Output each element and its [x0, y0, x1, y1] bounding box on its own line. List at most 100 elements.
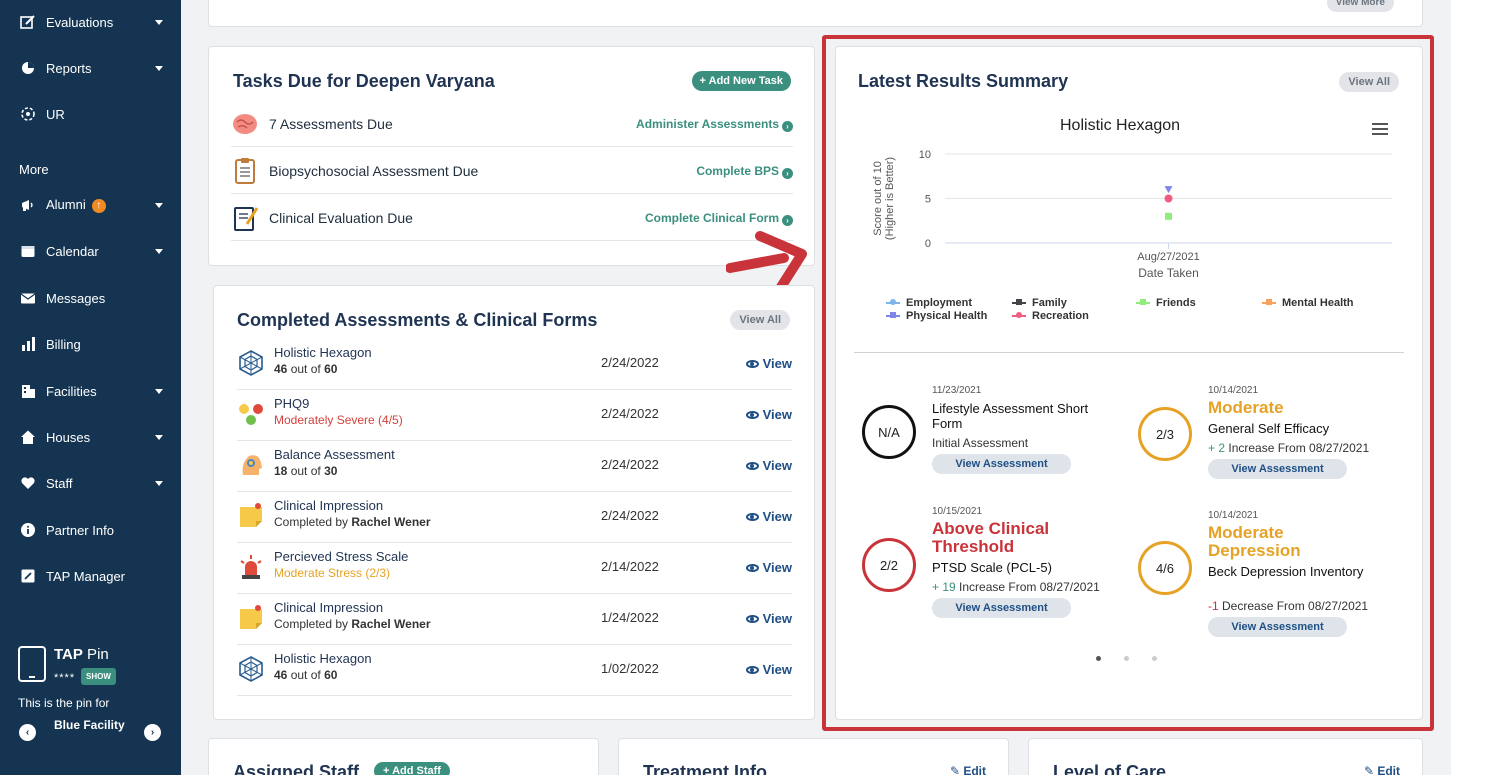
- assessment-name: General Self Efficacy: [1208, 421, 1330, 436]
- treatment-info-card: Treatment Info ✎ Edit: [618, 738, 1009, 775]
- task-label: Biopsychosocial Assessment Due: [269, 163, 479, 179]
- view-link[interactable]: View: [745, 407, 792, 422]
- assessment-date: 2/24/2022: [601, 406, 659, 421]
- brain-icon: [231, 110, 259, 138]
- edit-level-of-care-link[interactable]: ✎ Edit: [1364, 764, 1400, 775]
- assessment-name: Beck Depression Inventory: [1208, 564, 1364, 579]
- assessment-result: Moderate Stress (2/3): [274, 566, 391, 580]
- chevron-down-icon: [155, 248, 163, 254]
- chevron-down-icon: [155, 202, 163, 208]
- chart-title: Holistic Hexagon: [1060, 117, 1181, 134]
- eye-icon: [745, 360, 759, 368]
- assessment-result: 18 out of 30: [274, 464, 338, 478]
- view-more-button[interactable]: View More: [1326, 0, 1394, 12]
- view-link[interactable]: View: [745, 356, 792, 371]
- sidebar-item-calendar[interactable]: Calendar: [0, 236, 181, 266]
- sidebar-item-billing[interactable]: Billing: [0, 329, 181, 359]
- facility-switcher: ‹ Blue Facility ›: [18, 718, 164, 742]
- result-status: Above Clinical Threshold: [932, 519, 1050, 556]
- legend-marker: [1012, 298, 1026, 308]
- carousel-dot[interactable]: [1096, 656, 1101, 661]
- eye-icon: [745, 462, 759, 470]
- administer-assessments-link[interactable]: Administer Assessments ›: [636, 117, 793, 132]
- result-date: 10/15/2021: [932, 506, 983, 517]
- assessment-name: Holistic Hexagon: [274, 651, 372, 666]
- legend-item[interactable]: Physical Health: [886, 310, 987, 322]
- score-change: + 19 Increase From 08/27/2021: [932, 580, 1100, 594]
- score-ring: 2/3: [1138, 407, 1192, 461]
- legend-marker: [886, 298, 900, 308]
- view-all-completed-button[interactable]: View All: [730, 310, 790, 330]
- y-tick-label: 0: [925, 238, 931, 250]
- chart-legend: Employment Family Friends Mental Health Phys…: [886, 297, 1386, 327]
- carousel-dot[interactable]: [1152, 656, 1157, 661]
- legend-marker: [1012, 311, 1026, 321]
- sidebar-item-houses[interactable]: Houses: [0, 422, 181, 452]
- legend-item[interactable]: Friends: [1136, 297, 1196, 309]
- legend-item[interactable]: Recreation: [1012, 310, 1089, 322]
- view-link[interactable]: View: [745, 662, 792, 677]
- chevron-down-icon: [155, 19, 163, 25]
- tasks-title: Tasks Due for Deepen Varyana: [233, 71, 495, 91]
- chevron-right-icon: ›: [782, 168, 793, 179]
- assigned-staff-title: Assigned Staff: [233, 762, 360, 775]
- sidebar-item-messages[interactable]: Messages: [0, 283, 181, 313]
- assessment-name: PHQ9: [274, 396, 310, 411]
- complete-bps-link[interactable]: Complete BPS ›: [696, 164, 793, 179]
- pin-note: This is the pin for: [18, 696, 110, 710]
- sidebar-item-ur[interactable]: UR: [0, 99, 181, 129]
- y-tick-label: 10: [919, 149, 931, 161]
- view-link[interactable]: View: [745, 611, 792, 626]
- edit-treatment-link[interactable]: ✎ Edit: [950, 764, 986, 775]
- chevron-right-icon[interactable]: ›: [144, 724, 161, 741]
- result-date: 10/14/2021: [1208, 510, 1259, 521]
- chart-menu-icon[interactable]: [1372, 123, 1388, 138]
- sidebar-item-reports[interactable]: Reports: [0, 53, 181, 83]
- view-assessment-button[interactable]: View Assessment: [932, 454, 1071, 474]
- sidebar-item-label: Reports: [46, 60, 92, 76]
- sidebar-item-partner-info[interactable]: Partner Info: [0, 515, 181, 545]
- chevron-left-icon[interactable]: ‹: [19, 724, 36, 741]
- show-pin-button[interactable]: SHOW: [81, 668, 116, 685]
- legend-item[interactable]: Mental Health: [1262, 297, 1354, 309]
- level-of-care-card: Level of Care ✎ Edit: [1028, 738, 1423, 775]
- score-change: + 2 Increase From 08/27/2021: [1208, 441, 1370, 455]
- top-card: View More: [208, 0, 1423, 27]
- assessment-name: Clinical Impression: [274, 498, 384, 513]
- result-date: 11/23/2021: [932, 385, 982, 396]
- sidebar-item-facilities[interactable]: Facilities: [0, 376, 181, 406]
- sidebar-item-evaluations[interactable]: Evaluations: [0, 7, 181, 37]
- completed-title: Completed Assessments & Clinical Forms: [237, 310, 598, 330]
- carousel-dot[interactable]: [1124, 656, 1129, 661]
- legend-label: Employment: [906, 297, 973, 309]
- legend-marker: [1136, 298, 1150, 308]
- legend-item[interactable]: Family: [1012, 297, 1067, 309]
- add-staff-button[interactable]: + Add Staff: [374, 762, 450, 775]
- view-assessment-button[interactable]: View Assessment: [1208, 459, 1347, 479]
- assessment-name: PTSD Scale (PCL-5): [932, 560, 1052, 575]
- chevron-down-icon: [155, 434, 163, 440]
- sidebar-item-label: Calendar: [46, 243, 99, 259]
- assessment-date: 2/24/2022: [601, 457, 659, 472]
- data-point: [1165, 212, 1172, 220]
- score-ring: N/A: [862, 405, 916, 459]
- sidebar-item-staff[interactable]: Staff: [0, 468, 181, 498]
- sidebar-item-alumni[interactable]: Alumni ↑: [0, 190, 181, 220]
- head-balance-icon: [237, 451, 265, 479]
- view-assessment-button[interactable]: View Assessment: [932, 598, 1071, 618]
- add-new-task-button[interactable]: + Add New Task: [691, 71, 791, 91]
- edit-icon: [19, 13, 37, 31]
- sidebar-item-label: Messages: [46, 290, 106, 306]
- info-icon: [19, 521, 37, 539]
- view-link[interactable]: View: [745, 560, 792, 575]
- view-link[interactable]: View: [745, 509, 792, 524]
- level-of-care-title: Level of Care: [1053, 762, 1167, 775]
- sidebar-item-tap-manager[interactable]: TAP Manager: [0, 561, 181, 591]
- legend-item[interactable]: Employment: [886, 297, 972, 309]
- y-tick-label: 5: [925, 194, 931, 206]
- view-assessment-button[interactable]: View Assessment: [1208, 617, 1347, 637]
- view-link[interactable]: View: [745, 458, 792, 473]
- brain-settings-icon: [19, 105, 37, 123]
- complete-clinical-form-link[interactable]: Complete Clinical Form ›: [645, 211, 793, 226]
- envelope-icon: [19, 289, 37, 307]
